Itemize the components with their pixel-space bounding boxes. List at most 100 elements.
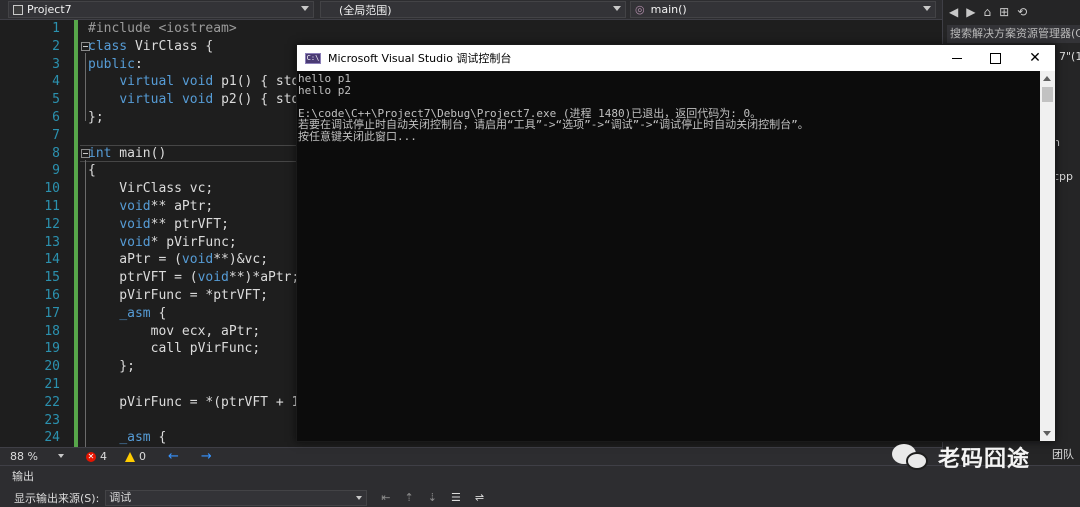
line-number: 9: [52, 163, 60, 179]
zoom-dropdown[interactable]: 88 %: [10, 450, 64, 463]
line-number: 15: [44, 270, 60, 286]
code-line[interactable]: void** ptrVFT;: [88, 216, 229, 234]
change-tracking-bar: [74, 20, 78, 447]
method-icon: ◎: [635, 3, 645, 16]
find-message-icon[interactable]: ⇤: [381, 491, 390, 504]
line-number: 5: [52, 92, 60, 108]
line-number-gutter: 1 2 3 4 5 6 7 8 9 10 11 12 13 14 15 16 17 18 19 20 21 22 23 24: [0, 20, 78, 447]
code-line[interactable]: void* pVirFunc;: [88, 234, 236, 252]
line-number: 20: [44, 359, 60, 375]
scroll-down-icon[interactable]: [1043, 431, 1051, 436]
console-output[interactable]: hello p1 hello p2 E:\code\C++\Project7\Deb…: [297, 71, 1039, 441]
line-number: 1: [52, 21, 60, 36]
code-line[interactable]: _asm {: [88, 305, 166, 323]
chevron-down-icon: [356, 495, 363, 500]
warning-icon[interactable]: [125, 451, 135, 462]
chevron-down-icon: [613, 6, 621, 11]
switch-views-icon[interactable]: ⊞: [999, 5, 1009, 19]
line-number: 21: [44, 377, 60, 392]
wechat-logo-icon: [892, 442, 930, 472]
line-number: 6: [52, 110, 60, 125]
error-icon[interactable]: ✕: [86, 451, 96, 462]
close-button[interactable]: ✕: [1015, 45, 1055, 71]
code-line[interactable]: aPtr = (void**)&vc;: [88, 251, 268, 269]
console-line: 若要在调试停止时自动关闭控制台，请启用“工具”->“选项”->“调试”->“调试…: [298, 118, 809, 131]
code-line[interactable]: public:: [88, 56, 143, 74]
line-number: 11: [44, 199, 60, 214]
line-number: 17: [44, 305, 60, 321]
project-icon: [13, 4, 23, 15]
chevron-down-icon: [58, 454, 64, 458]
code-line[interactable]: virtual void p1() { std:: [88, 73, 307, 91]
back-icon[interactable]: ◀: [949, 5, 958, 19]
code-line[interactable]: _asm {: [88, 429, 166, 447]
previous-message-icon[interactable]: ⇡: [405, 491, 414, 504]
code-line[interactable]: };: [88, 358, 135, 376]
code-line[interactable]: {: [88, 162, 96, 180]
code-line[interactable]: virtual void p2() { std:: [88, 91, 307, 109]
minimize-button[interactable]: [937, 45, 977, 71]
console-line: 按任意键关闭此窗口...: [298, 129, 417, 143]
line-number: 16: [44, 288, 60, 303]
team-explorer-tab[interactable]: 团队: [1052, 446, 1074, 462]
solution-explorer-toolbar: ◀ ▶ ⌂ ⊞ ⟲: [943, 0, 1080, 24]
clear-all-icon[interactable]: ☰: [451, 491, 461, 504]
editor-status-bar: 88 % ✕ 4 0 ← →: [0, 447, 942, 465]
console-line: hello p2: [298, 83, 351, 97]
watermark: 老码囧途: [892, 441, 1030, 473]
line-number: 10: [44, 181, 60, 197]
next-issue-icon[interactable]: →: [201, 449, 212, 464]
code-line[interactable]: };: [88, 109, 104, 127]
home-icon[interactable]: ⌂: [983, 5, 991, 19]
line-number: 12: [44, 216, 60, 232]
scroll-thumb[interactable]: [1042, 87, 1053, 102]
line-number: 4: [52, 74, 60, 90]
console-title: Microsoft Visual Studio 调试控制台: [328, 52, 512, 65]
scope-dropdown[interactable]: (全局范围): [320, 1, 626, 18]
solution-search-input[interactable]: 搜索解决方案资源管理器(Ct: [947, 25, 1080, 43]
line-number: 13: [44, 234, 60, 250]
code-line[interactable]: call pVirFunc;: [88, 340, 261, 358]
debug-console-window[interactable]: C:\ Microsoft Visual Studio 调试控制台 ✕ hell…: [296, 44, 1056, 442]
line-number: 24: [44, 430, 60, 446]
member-dropdown[interactable]: ◎ main(): [630, 1, 936, 18]
chevron-down-icon: [301, 6, 309, 11]
code-line[interactable]: int main(): [88, 145, 166, 163]
project-dropdown[interactable]: Project7: [8, 1, 314, 18]
fold-guide: [85, 53, 86, 121]
code-line[interactable]: void** aPtr;: [88, 198, 213, 216]
word-wrap-icon[interactable]: ⇌: [475, 491, 484, 504]
scroll-up-icon[interactable]: [1043, 76, 1051, 81]
code-line[interactable]: mov ecx, aPtr;: [88, 323, 261, 341]
watermark-text: 老码囧途: [938, 447, 1031, 472]
previous-issue-icon[interactable]: ←: [168, 449, 179, 464]
output-source-dropdown[interactable]: 调试: [105, 489, 368, 506]
output-source-label: 显示输出来源(S):: [14, 491, 100, 505]
console-scrollbar[interactable]: [1040, 71, 1055, 441]
tree-item[interactable]: 7"(1 -: [1059, 50, 1080, 63]
warning-count[interactable]: 0: [139, 450, 146, 463]
code-line[interactable]: VirClass vc;: [88, 180, 213, 198]
line-number: 23: [44, 412, 60, 428]
history-icon[interactable]: ⟲: [1017, 5, 1027, 19]
output-toolbar: 显示输出来源(S): 调试 ⇤ ⇡ ⇣ ☰ ⇌: [0, 488, 1080, 507]
chevron-down-icon: [923, 6, 931, 11]
code-line[interactable]: ptrVFT = (void**)*aPtr;: [88, 269, 299, 287]
fold-guide: [85, 160, 86, 447]
line-number: 8: [52, 145, 60, 161]
line-number: 7: [52, 127, 60, 143]
line-number: 3: [52, 56, 60, 72]
code-line[interactable]: class VirClass {: [88, 38, 213, 56]
navigation-bar: Project7 (全局范围) ◎ main(): [0, 0, 942, 20]
line-number: 22: [44, 394, 60, 410]
code-line[interactable]: pVirFunc = *ptrVFT;: [88, 287, 268, 305]
maximize-button[interactable]: [975, 45, 1015, 71]
code-line[interactable]: #include <iostream>: [88, 20, 237, 38]
console-title-bar[interactable]: C:\ Microsoft Visual Studio 调试控制台 ✕: [297, 45, 1055, 71]
line-number: 18: [44, 323, 60, 339]
forward-icon[interactable]: ▶: [966, 5, 975, 19]
error-count[interactable]: 4: [100, 450, 107, 463]
next-message-icon[interactable]: ⇣: [428, 491, 437, 504]
tree-item[interactable]: cpp: [1053, 170, 1073, 183]
code-line[interactable]: pVirFunc = *(ptrVFT + 1): [88, 394, 307, 412]
